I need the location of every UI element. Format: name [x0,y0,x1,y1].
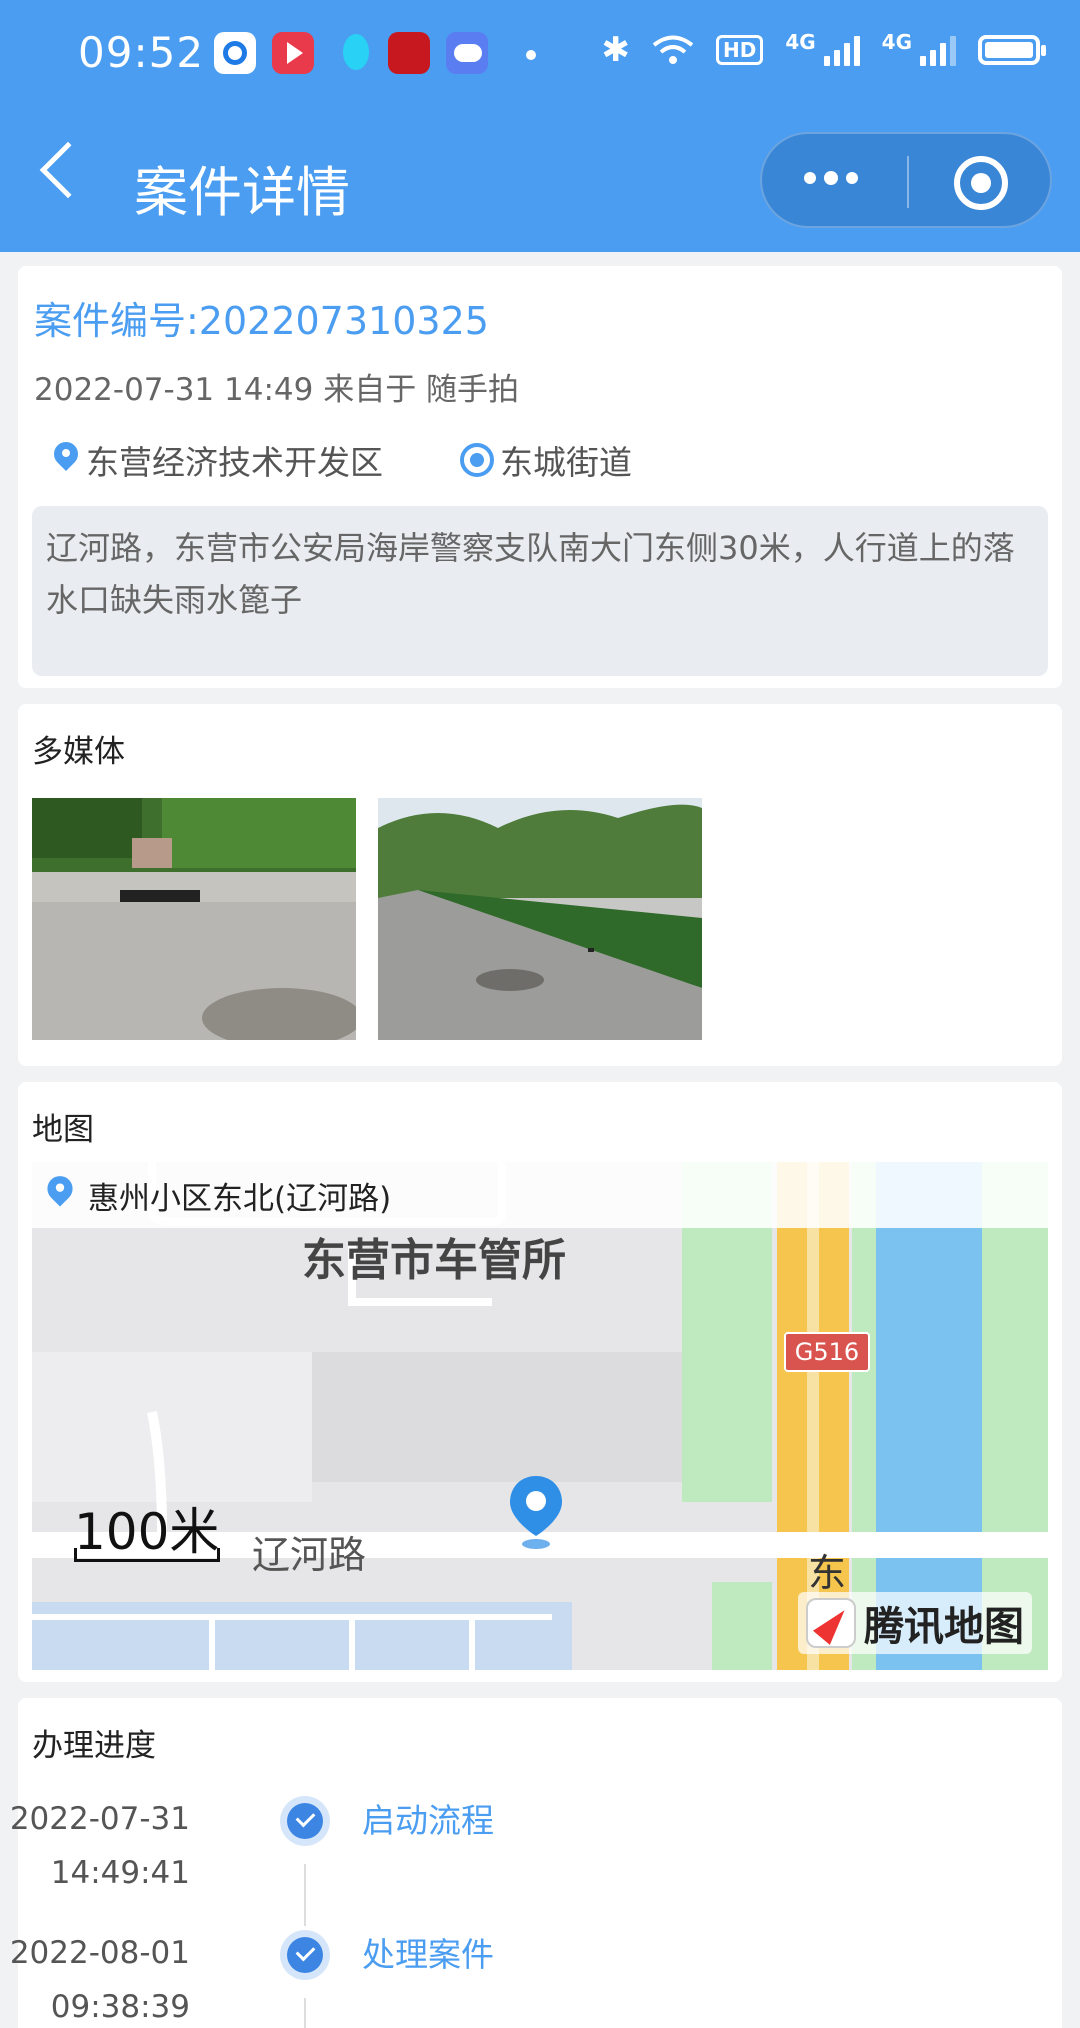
droplet-app-icon [334,32,376,74]
map-road-label: 辽河路 [252,1533,367,1577]
step-date: 2022-07-31 [9,1801,190,1837]
chat-app-icon [446,32,488,74]
map-poi-label: 东营市车管所 [302,1235,566,1286]
case-description: 辽河路，东营市公安局海岸警察支队南大门东侧30米，人行道上的落水口缺失雨水篦子 [32,506,1048,676]
map-address: 惠州小区东北(辽河路) [88,1180,392,1217]
mini-program-capsule [760,132,1052,228]
media-section-title: 多媒体 [32,734,125,770]
street-label: 东城街道 [500,443,632,482]
step-time: 09:38:39 [50,1989,190,2025]
video-app-icon [272,32,314,74]
map-scale-bar [74,1548,220,1562]
notification-dot-icon [526,50,536,60]
district-label: 东营经济技术开发区 [86,443,383,482]
step-datetime: 2022-08-01 09:38:39 [0,1926,190,2028]
map-brand-label: 腾讯地图 [864,1604,1024,1650]
timeline-step: 2022-08-01 09:38:39 处理案件 [10,1926,1062,2028]
top-bar: 09:52 ✱ HD 4G 4G 案件详情 [0,0,1080,252]
battery-icon [978,35,1046,65]
timeline-step: 2022-07-31 14:49:41 启动流程 [10,1792,1062,1926]
street-location: 东城街道 [460,436,632,484]
progress-card: 办理进度 2022-07-31 14:49:41 启动流程 2022-08-01… [10,1698,1062,2028]
check-circle-icon [280,1796,330,1846]
timeline-connector [304,1864,306,1926]
network-label-2: 4G [881,30,912,54]
step-date: 2022-08-01 [9,1935,190,1971]
map-address-bar: 惠州小区东北(辽河路) [32,1162,1048,1228]
step-label: 启动流程 [362,1801,494,1840]
close-target-icon[interactable] [954,156,1008,210]
signal-icon-1 [823,34,860,66]
step-datetime: 2022-07-31 14:49:41 [0,1792,190,1900]
case-number: 案件编号:202207310325 [34,299,489,343]
map-view[interactable]: 惠州小区东北(辽河路) 东营市车管所 G516 辽河路 东 100米 腾讯地图 [32,1162,1048,1670]
media-photo-1[interactable] [32,798,356,1040]
target-location-icon [460,443,494,477]
step-time: 14:49:41 [50,1855,190,1891]
highway-badge: G516 [784,1332,870,1372]
app-icon-1 [214,32,256,74]
more-menu-icon[interactable] [804,171,858,185]
media-card: 多媒体 [18,704,1062,1066]
district-location: 东营经济技术开发区 [52,436,383,484]
timeline-connector [304,1998,306,2028]
case-info-card: 案件编号:202207310325 2022-07-31 14:49 来自于 随… [18,266,1062,688]
study-app-icon [388,32,430,74]
compass-icon [806,1598,856,1648]
status-indicators: ✱ HD 4G 4G [601,30,1046,70]
location-pin-icon [52,442,80,478]
media-photo-2[interactable] [378,798,702,1040]
step-label: 处理案件 [362,1935,494,1974]
map-section-title: 地图 [32,1112,94,1148]
wifi-icon [652,34,694,66]
status-time: 09:52 [78,28,205,77]
map-side-label: 东 [808,1551,847,1595]
progress-section-title: 办理进度 [32,1728,156,1764]
hd-badge: HD [715,35,764,65]
bluetooth-icon: ✱ [601,30,630,70]
map-marker-icon [508,1474,564,1550]
network-label-1: 4G [785,30,816,54]
back-button[interactable] [39,141,97,199]
page-title: 案件详情 [134,161,350,224]
case-meta: 2022-07-31 14:49 来自于 随手拍 [34,372,520,408]
check-circle-icon [280,1930,330,1980]
signal-icon-2 [920,34,956,66]
map-card: 地图 惠州小区东北(辽河路) 东营市车管所 G516 辽河路 东 100米 腾讯… [18,1082,1062,1682]
address-pin-icon [45,1176,74,1214]
map-provider-brand: 腾讯地图 [798,1592,1032,1654]
capsule-divider [907,156,909,208]
